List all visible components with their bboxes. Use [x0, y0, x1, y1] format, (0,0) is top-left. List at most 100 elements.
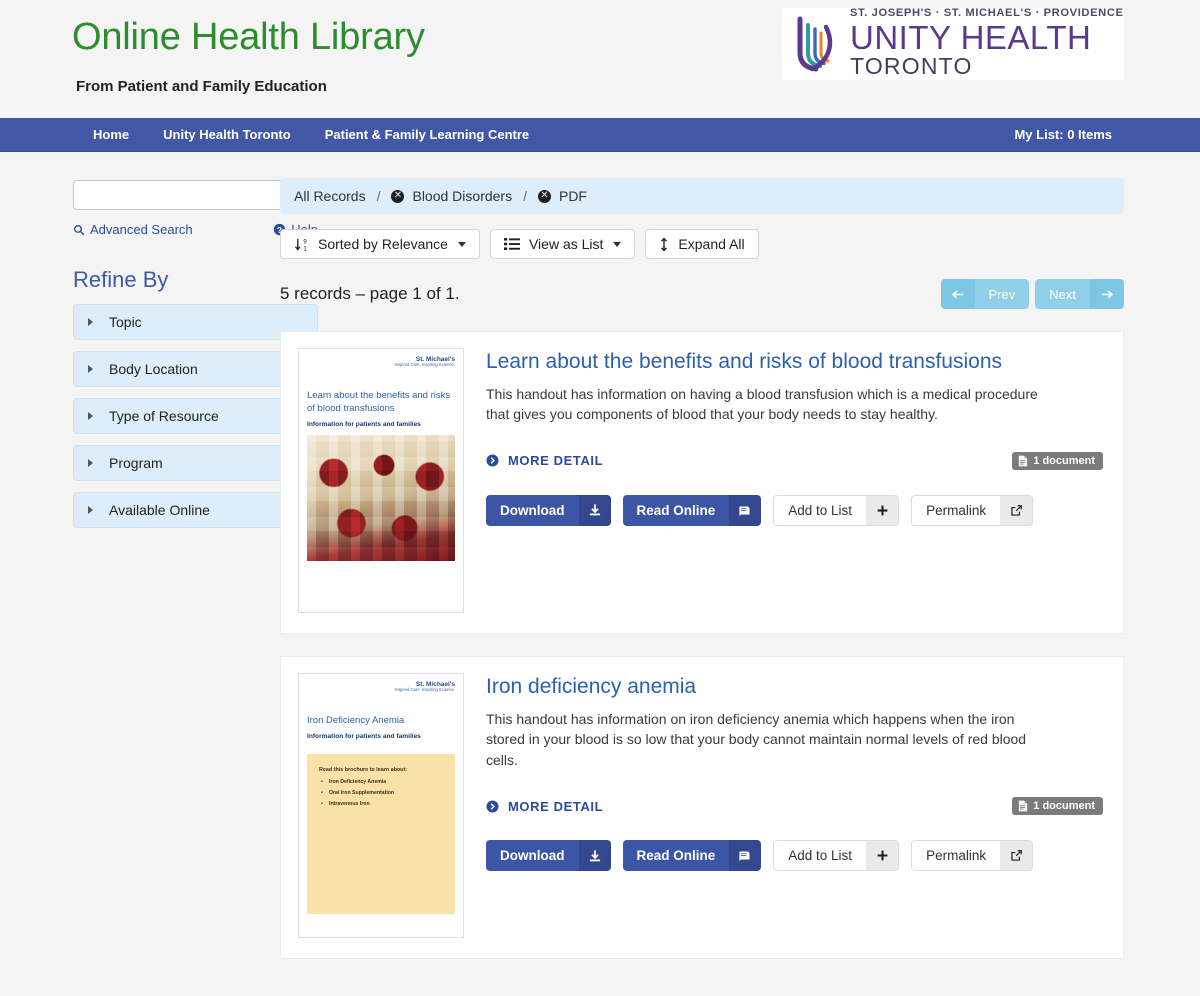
download-icon	[579, 495, 611, 526]
breadcrumb-filter-blood-disorders[interactable]: ✕ Blood Disorders	[391, 188, 512, 204]
thumbnail-subtitle: Information for patients and families	[307, 421, 455, 428]
book-icon	[729, 840, 761, 871]
view-mode-dropdown[interactable]: View as List	[490, 229, 635, 259]
thumbnail-brand-tagline: Inspired Care. Inspiring Science.	[307, 363, 455, 368]
sort-numeric-down-icon: 9 1	[294, 237, 309, 252]
results-toolbar: 9 1 Sorted by Relevance	[280, 229, 1124, 259]
plus-icon	[866, 841, 898, 870]
read-online-label: Read Online	[623, 495, 730, 526]
add-to-list-button[interactable]: Add to List	[773, 840, 899, 871]
results-header: 5 records – page 1 of 1. Prev Next	[280, 279, 1124, 309]
thumbnail-box-item: Oral Iron Supplementation	[329, 790, 445, 796]
logo-unity-health: UNITY HEALTH	[850, 21, 1124, 54]
add-to-list-button[interactable]: Add to List	[773, 495, 899, 526]
chevron-right-icon	[88, 459, 93, 467]
facet-label: Topic	[109, 314, 142, 330]
unity-health-logo-mark-icon	[790, 15, 844, 73]
list-icon	[504, 237, 520, 251]
more-detail-label: MORE DETAIL	[508, 453, 603, 468]
chevron-right-icon	[88, 318, 93, 326]
nav-item-unity-health-toronto[interactable]: Unity Health Toronto	[146, 118, 308, 152]
breadcrumb-filter-label: PDF	[559, 188, 587, 204]
remove-filter-icon[interactable]: ✕	[538, 190, 551, 203]
refine-by-heading: Refine By	[73, 267, 267, 293]
external-link-icon	[1000, 841, 1032, 870]
thumbnail-box-item: Intravenous Iron	[329, 801, 445, 807]
permalink-button[interactable]: Permalink	[911, 495, 1033, 526]
record-count: 5 records – page 1 of 1.	[280, 284, 460, 304]
chevron-down-icon	[458, 242, 466, 247]
download-button[interactable]: Download	[486, 840, 611, 871]
nav-links: Home Unity Health Toronto Patient & Fami…	[76, 118, 546, 152]
plus-icon	[866, 496, 898, 525]
remove-filter-icon[interactable]: ✕	[391, 190, 404, 203]
thumbnail-brand-tagline: Inspired Care. Inspiring Science.	[307, 688, 455, 693]
pagination: Prev Next	[941, 279, 1124, 309]
thumbnail-photo-blood-bags	[307, 435, 455, 561]
chevron-circle-right-icon	[486, 800, 499, 813]
breadcrumb-all-records[interactable]: All Records	[294, 188, 366, 204]
permalink-label: Permalink	[912, 496, 1000, 525]
facet-label: Body Location	[109, 361, 198, 377]
document-count-label: 1 document	[1033, 455, 1095, 467]
breadcrumb-separator: /	[377, 188, 381, 204]
add-to-list-label: Add to List	[774, 841, 866, 870]
record-description: This handout has information on iron def…	[486, 709, 1041, 770]
record-thumbnail[interactable]: St. Michael's Inspired Care. Inspiring S…	[298, 348, 464, 613]
permalink-button[interactable]: Permalink	[911, 840, 1033, 871]
search-input[interactable]	[73, 180, 285, 210]
chevron-down-icon	[613, 242, 621, 247]
read-online-button[interactable]: Read Online	[623, 495, 762, 526]
add-to-list-label: Add to List	[774, 496, 866, 525]
sort-label: Sorted by Relevance	[318, 236, 448, 252]
download-label: Download	[486, 495, 579, 526]
sort-dropdown[interactable]: 9 1 Sorted by Relevance	[280, 229, 480, 259]
nav-item-home[interactable]: Home	[76, 118, 146, 152]
read-online-button[interactable]: Read Online	[623, 840, 762, 871]
next-page-button[interactable]: Next	[1035, 279, 1124, 309]
record-title-link[interactable]: Learn about the benefits and risks of bl…	[486, 349, 1103, 374]
document-count-badge: 1 document	[1012, 797, 1103, 815]
more-detail-toggle[interactable]: MORE DETAIL	[486, 453, 603, 468]
logo-toronto: TORONTO	[850, 54, 1124, 79]
chevron-right-icon	[88, 506, 93, 514]
advanced-search-link[interactable]: Advanced Search	[73, 222, 193, 237]
arrow-right-icon	[1090, 279, 1124, 309]
record-actions: Download Read Online	[486, 495, 1103, 526]
expand-all-button[interactable]: Expand All	[645, 229, 758, 259]
record-description: This handout has information on having a…	[486, 384, 1041, 425]
page-body: Advanced Search ? Help Refine By Topic B…	[0, 152, 1200, 959]
breadcrumb-filter-pdf[interactable]: ✕ PDF	[538, 188, 587, 204]
book-icon	[729, 495, 761, 526]
file-pdf-icon	[1018, 455, 1028, 467]
more-detail-toggle[interactable]: MORE DETAIL	[486, 799, 603, 814]
record-title-link[interactable]: Iron deficiency anemia	[486, 674, 1103, 699]
logo-hospitals-line: ST. JOSEPH'S · ST. MICHAEL'S · PROVIDENC…	[850, 8, 1124, 19]
facet-label: Program	[109, 455, 163, 471]
record-thumbnail[interactable]: St. Michael's Inspired Care. Inspiring S…	[298, 673, 464, 938]
thumbnail-box-heading: Read this brochure to learn about:	[319, 767, 445, 773]
prev-page-button[interactable]: Prev	[941, 279, 1030, 309]
arrow-left-icon	[941, 279, 975, 309]
thumbnail-box-item: Iron Deficiency Anemia	[329, 779, 445, 785]
document-count-label: 1 document	[1033, 800, 1095, 812]
read-online-label: Read Online	[623, 840, 730, 871]
record-detail-row: MORE DETAIL 1 document	[486, 451, 1103, 471]
facet-label: Type of Resource	[109, 408, 219, 424]
thumbnail-brand: St. Michael's Inspired Care. Inspiring S…	[307, 356, 455, 368]
download-button[interactable]: Download	[486, 495, 611, 526]
unity-health-logo[interactable]: ST. JOSEPH'S · ST. MICHAEL'S · PROVIDENC…	[782, 8, 1124, 80]
breadcrumb: All Records / ✕ Blood Disorders / ✕ PDF	[280, 178, 1124, 214]
my-list-link[interactable]: My List: 0 Items	[1002, 118, 1124, 152]
thumbnail-brand: St. Michael's Inspired Care. Inspiring S…	[307, 681, 455, 693]
thumbnail-title: Iron Deficiency Anemia	[307, 715, 455, 728]
record-card: St. Michael's Inspired Care. Inspiring S…	[280, 656, 1124, 959]
nav-item-patient-family-learning-centre[interactable]: Patient & Family Learning Centre	[308, 118, 546, 152]
page-subtitle: From Patient and Family Education	[76, 78, 327, 95]
breadcrumb-filter-label: Blood Disorders	[412, 188, 512, 204]
expand-all-label: Expand All	[678, 236, 744, 252]
file-pdf-icon	[1018, 800, 1028, 812]
view-mode-label: View as List	[529, 236, 603, 252]
advanced-search-label: Advanced Search	[90, 222, 193, 237]
record-detail-row: MORE DETAIL 1 document	[486, 796, 1103, 816]
